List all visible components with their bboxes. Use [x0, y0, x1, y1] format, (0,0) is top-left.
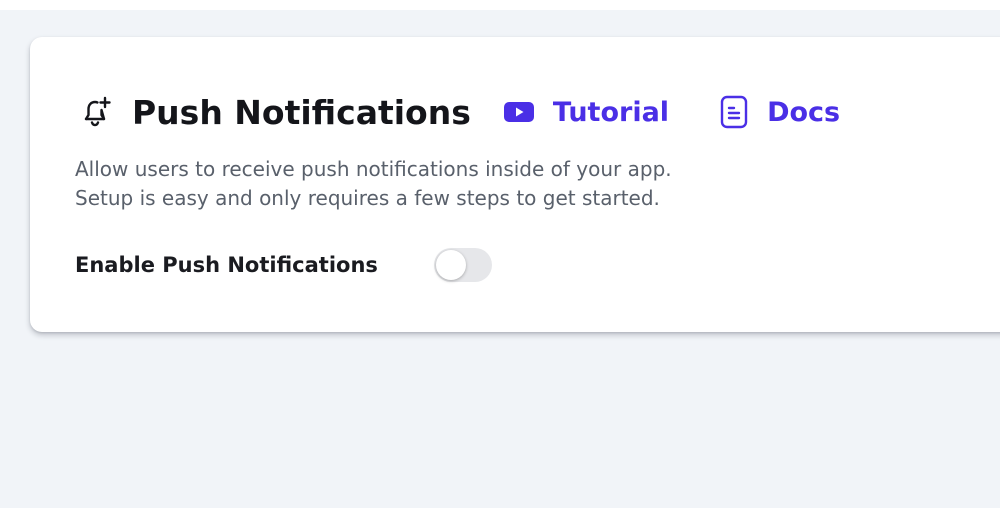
tutorial-link-label: Tutorial: [552, 96, 670, 128]
bell-plus-icon: [78, 94, 114, 130]
enable-push-row: Enable Push Notifications: [75, 247, 492, 283]
youtube-play-icon: [503, 100, 535, 124]
page-title: Push Notifications: [132, 92, 471, 132]
enable-push-label: Enable Push Notifications: [75, 253, 378, 277]
docs-link-label: Docs: [767, 96, 841, 128]
enable-push-toggle[interactable]: [434, 248, 492, 282]
push-notifications-card: Push Notifications Tutorial Docs Allow u…: [30, 37, 1000, 332]
tutorial-link[interactable]: Tutorial: [503, 97, 669, 128]
toggle-knob: [436, 250, 466, 280]
description-line-2: Setup is easy and only requires a few st…: [75, 186, 660, 210]
document-icon: [719, 95, 749, 129]
description: Allow users to receive push notification…: [75, 155, 672, 213]
top-strip: [0, 0, 1000, 10]
docs-link[interactable]: Docs: [719, 95, 840, 129]
description-line-1: Allow users to receive push notification…: [75, 157, 672, 181]
card-header: Push Notifications Tutorial Docs: [78, 89, 840, 135]
